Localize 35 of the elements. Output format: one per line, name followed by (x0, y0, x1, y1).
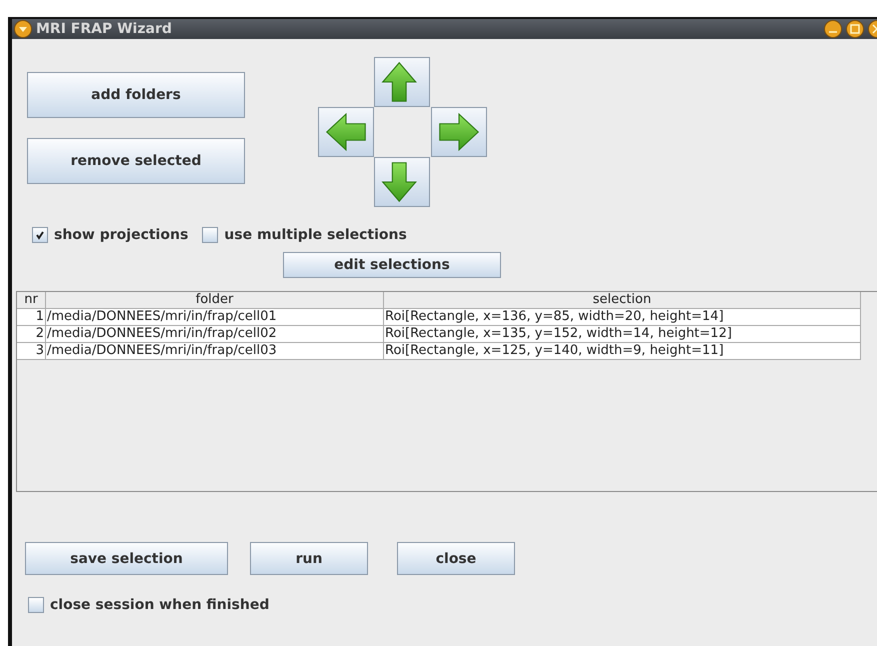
table-cell: /media/DONNEES/mri/in/frap/cell02 (46, 326, 384, 343)
action-button[interactable]: save selection (25, 542, 228, 575)
checkbox[interactable] (202, 227, 218, 243)
window-title: MRI FRAP Wizard (36, 21, 173, 37)
action-button[interactable]: remove selected (27, 138, 245, 184)
arrow-button[interactable] (318, 107, 374, 157)
table-cell: /media/DONNEES/mri/in/frap/cell03 (46, 343, 384, 360)
table-cell: /media/DONNEES/mri/in/frap/cell01 (46, 309, 384, 326)
arrow-button[interactable] (431, 107, 487, 157)
arrow-button[interactable] (374, 157, 430, 207)
checkbox[interactable] (32, 227, 48, 243)
checkbox-label: show projections (54, 227, 188, 243)
column-header[interactable]: selection (384, 292, 861, 309)
table-cell: 3 (17, 343, 46, 360)
action-button[interactable]: add folders (27, 72, 245, 118)
action-button[interactable]: close (397, 542, 515, 575)
table-cell: 1 (17, 309, 46, 326)
table-cell: Roi[Rectangle, x=135, y=152, width=14, height=12] (384, 326, 861, 343)
column-header[interactable]: nr (17, 292, 46, 309)
checkbox[interactable] (28, 597, 44, 613)
checkbox-label: use multiple selections (224, 227, 407, 243)
check-mark-icon (35, 230, 45, 240)
checkbox-label: close session when finished (50, 597, 270, 613)
minimize-icon[interactable] (824, 20, 842, 38)
edit-selections-button[interactable]: edit selections (283, 252, 501, 278)
maximize-icon[interactable] (846, 20, 864, 38)
table-cell: 2 (17, 326, 46, 343)
column-header[interactable]: folder (46, 292, 384, 309)
window-menu-icon[interactable] (14, 20, 32, 38)
right-arrow-icon (437, 110, 481, 154)
table-cell: Roi[Rectangle, x=136, y=85, width=20, height=14] (384, 309, 861, 326)
left-arrow-icon (324, 110, 368, 154)
action-button[interactable]: run (250, 542, 368, 575)
table-cell: Roi[Rectangle, x=125, y=140, width=9, height=11] (384, 343, 861, 360)
arrow-button[interactable] (374, 57, 430, 107)
